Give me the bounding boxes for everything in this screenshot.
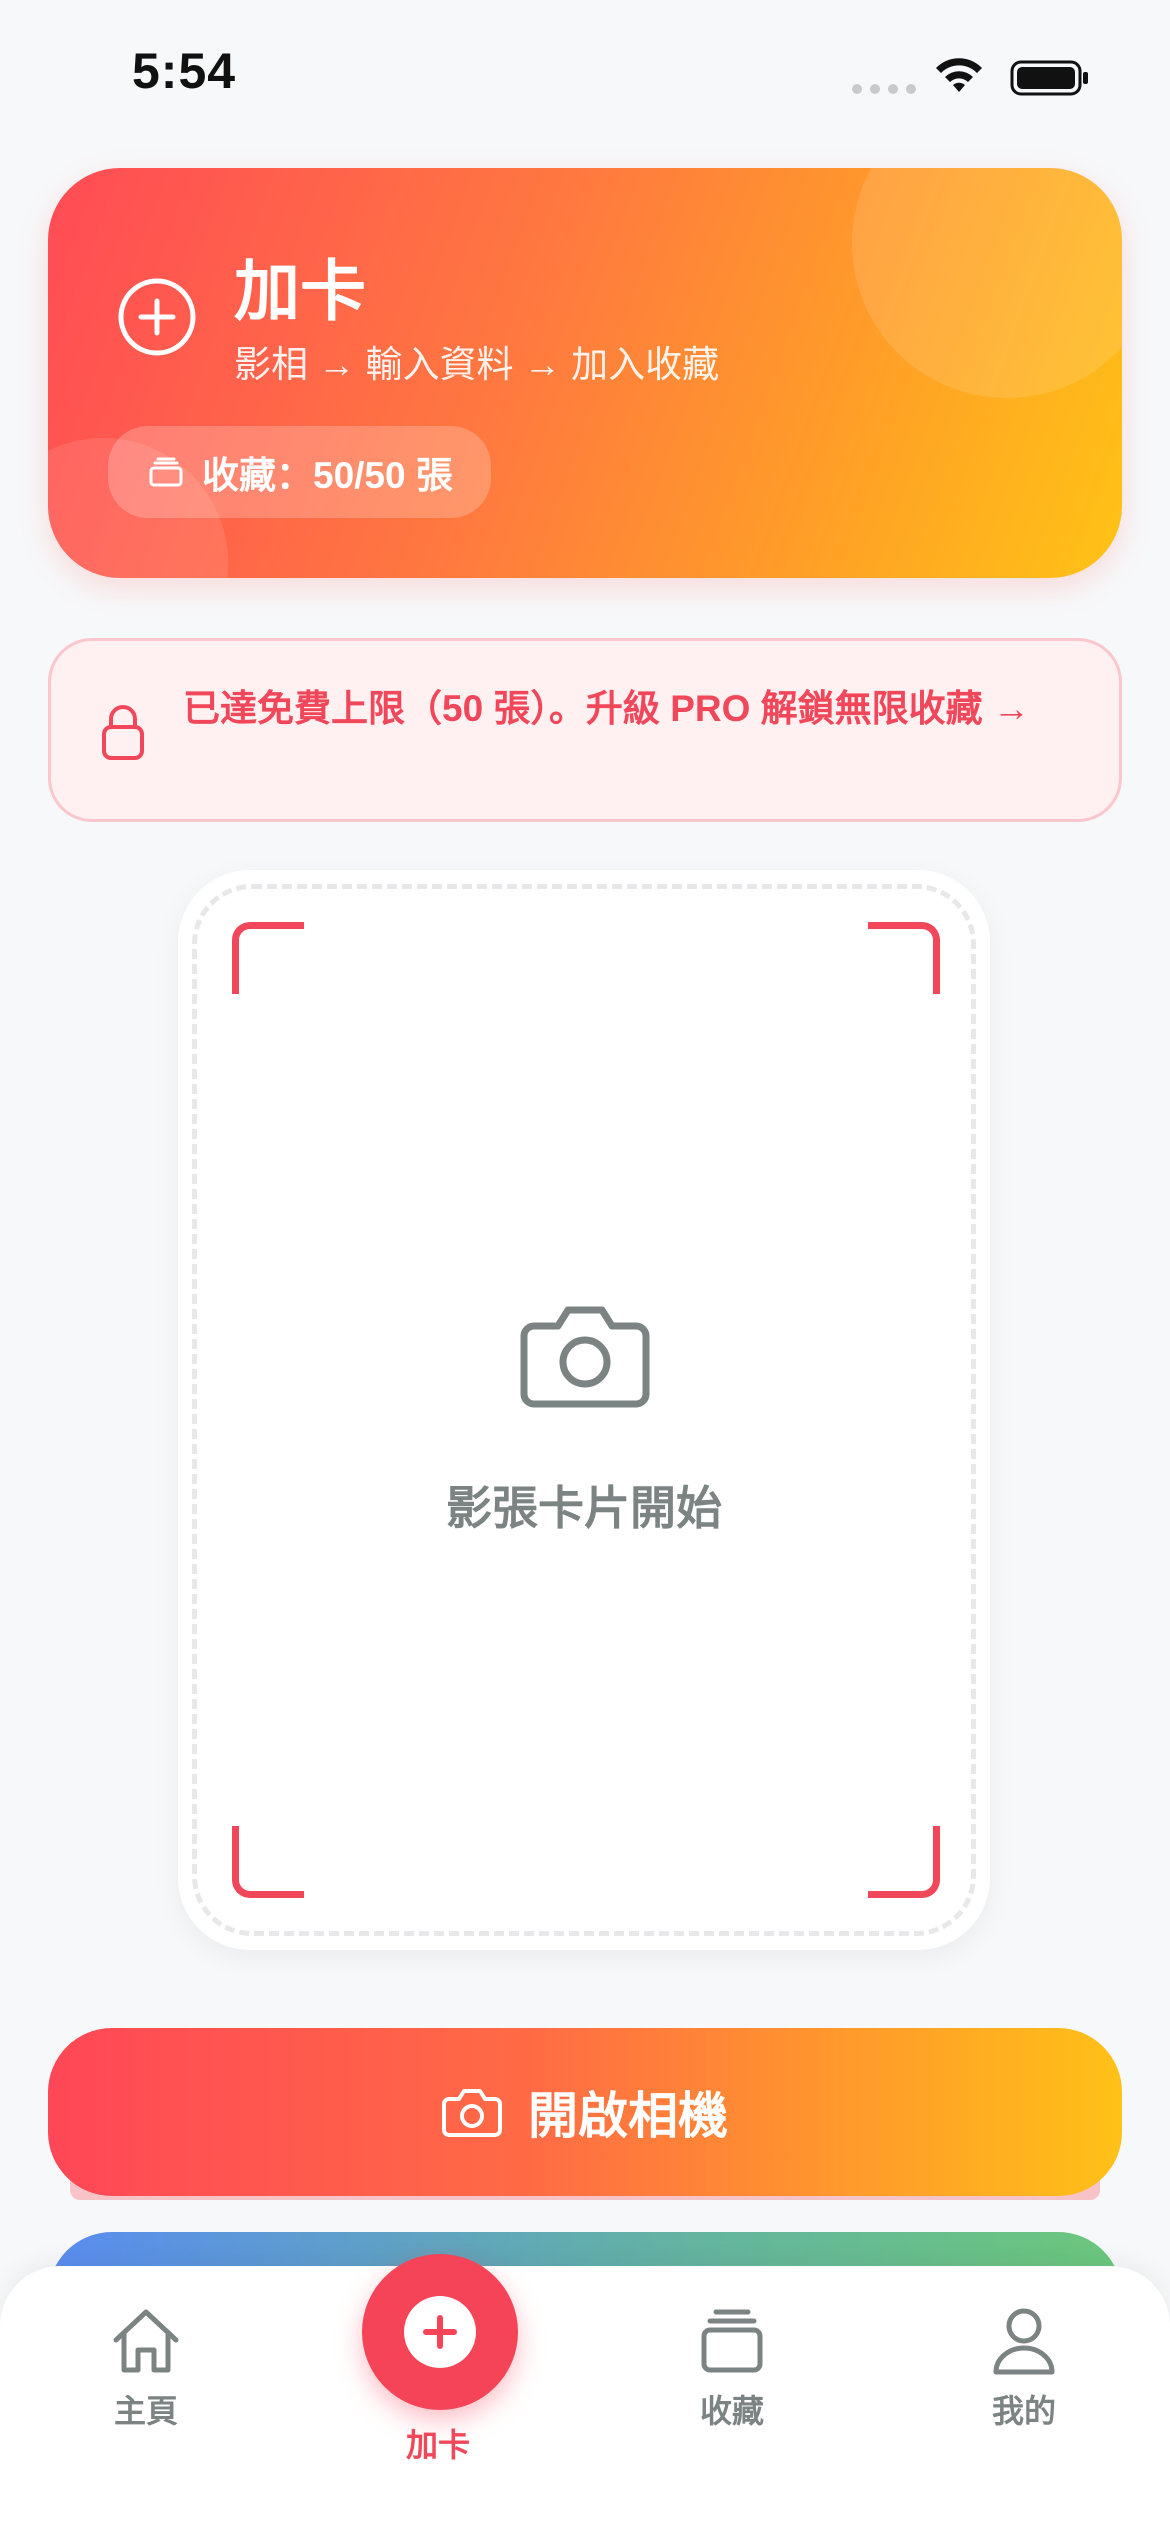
- tab-profile-label: 我的: [991, 2393, 1056, 2429]
- plus-circle-icon: [118, 278, 196, 356]
- scan-corner-bottom-left: [232, 1826, 304, 1898]
- card-stack-icon: [701, 2309, 763, 2373]
- tab-home[interactable]: 主頁: [46, 2306, 246, 2432]
- scan-prompt: 影張卡片開始: [446, 1482, 722, 1534]
- status-time: 5:54: [132, 43, 237, 99]
- scan-corner-top-right: [868, 922, 940, 994]
- decorative-bubble: [852, 168, 1122, 398]
- open-camera-button[interactable]: 開啟相機: [48, 2028, 1122, 2196]
- scan-corner-top-left: [232, 922, 304, 994]
- status-bar: 5:54: [0, 0, 1170, 150]
- plus-icon: [423, 2315, 457, 2349]
- upgrade-pro-banner[interactable]: 已達免費上限（50 張）。升級 PRO 解鎖無限收藏 →: [48, 638, 1122, 822]
- tab-home-label: 主頁: [113, 2393, 178, 2429]
- page-title: 加卡: [234, 254, 366, 328]
- scan-dashed-border: [192, 884, 976, 1936]
- add-card-screen: 5:54 加卡 影相 → 輸入資料 → 加入收藏 收藏：50/50 張 已達免費…: [0, 0, 1170, 2532]
- tab-collection[interactable]: 收藏: [632, 2306, 832, 2432]
- upgrade-pro-text: 已達免費上限（50 張）。升級 PRO 解鎖無限收藏 →: [183, 688, 1030, 729]
- tab-collection-label: 收藏: [699, 2393, 764, 2429]
- camera-icon: [520, 1306, 650, 1408]
- tab-profile[interactable]: 我的: [924, 2306, 1124, 2432]
- card-scan-area[interactable]: 影張卡片開始: [178, 870, 990, 1950]
- tab-add-card-label: 加卡: [405, 2427, 470, 2463]
- fab-inner-circle: [404, 2296, 476, 2368]
- scan-corner-bottom-right: [868, 1826, 940, 1898]
- bottom-tab-bar: 主頁 加卡 收藏 我的: [0, 2266, 1170, 2532]
- open-camera-label: 開啟相機: [528, 2088, 728, 2144]
- cellular-signal-icon: [852, 84, 916, 94]
- person-icon: [993, 2308, 1055, 2375]
- card-stack-icon: [149, 457, 183, 487]
- lock-icon: [102, 705, 144, 760]
- battery-icon: [1010, 60, 1088, 96]
- tab-add-card[interactable]: 加卡: [338, 2420, 538, 2466]
- home-icon: [113, 2309, 179, 2373]
- wifi-icon: [936, 58, 982, 92]
- collection-count-text: 收藏：50/50 張: [202, 455, 453, 496]
- collection-count-badge: 收藏：50/50 張: [108, 426, 491, 518]
- add-card-header: 加卡 影相 → 輸入資料 → 加入收藏 收藏：50/50 張: [48, 168, 1122, 578]
- page-subtitle: 影相 → 輸入資料 → 加入收藏: [234, 344, 720, 385]
- camera-icon: [442, 2089, 502, 2137]
- add-card-fab[interactable]: [362, 2254, 518, 2410]
